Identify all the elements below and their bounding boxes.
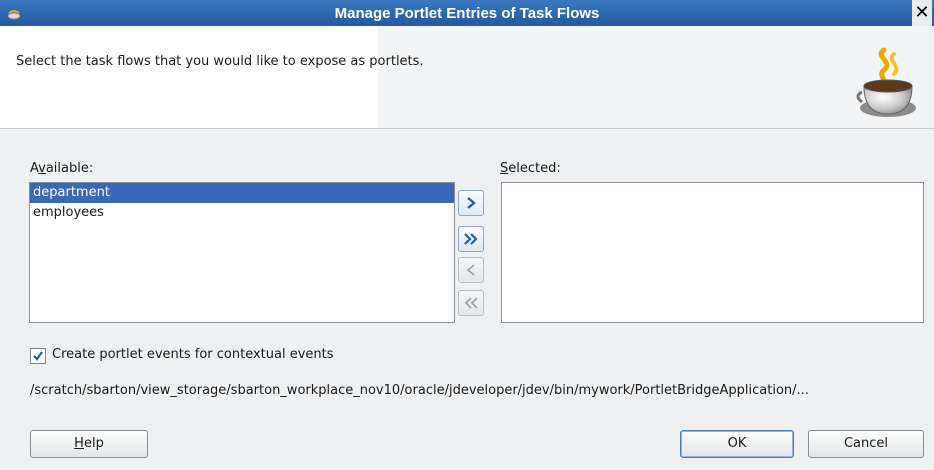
file-path: /scratch/sbarton/view_storage/sbarton_wo… [30, 383, 809, 398]
checkmark-icon [33, 351, 43, 361]
instruction-text: Select the task flows that you would lik… [16, 54, 424, 69]
java-cup-icon [856, 47, 916, 117]
double-chevron-left-icon [464, 297, 478, 309]
title-bar: Manage Portlet Entries of Task Flows ✕ [0, 0, 934, 26]
close-button[interactable]: ✕ [912, 0, 932, 26]
list-item-employees[interactable]: employees [30, 203, 454, 223]
contextual-events-checkbox[interactable] [30, 348, 46, 364]
contextual-events-label[interactable]: Create portlet events for contextual eve… [52, 347, 334, 362]
available-list[interactable]: department employees [29, 182, 455, 323]
header-fade [378, 26, 934, 128]
remove-all-button[interactable] [458, 290, 484, 316]
window-title: Manage Portlet Entries of Task Flows [334, 5, 600, 22]
ok-button[interactable]: OK [680, 430, 794, 458]
selected-label: Selected: [500, 161, 561, 176]
move-all-button[interactable] [458, 226, 484, 252]
dialog-header: Select the task flows that you would lik… [0, 26, 934, 129]
chevron-right-icon [467, 197, 476, 209]
help-button[interactable]: Help [30, 430, 148, 458]
double-chevron-right-icon [464, 233, 478, 245]
cancel-button[interactable]: Cancel [808, 430, 924, 458]
chevron-left-icon [466, 264, 475, 276]
selected-list[interactable] [501, 182, 924, 323]
available-label: Available: [30, 161, 94, 176]
move-button[interactable] [458, 190, 484, 216]
remove-button[interactable] [458, 257, 484, 283]
list-item-department[interactable]: department [30, 183, 454, 203]
